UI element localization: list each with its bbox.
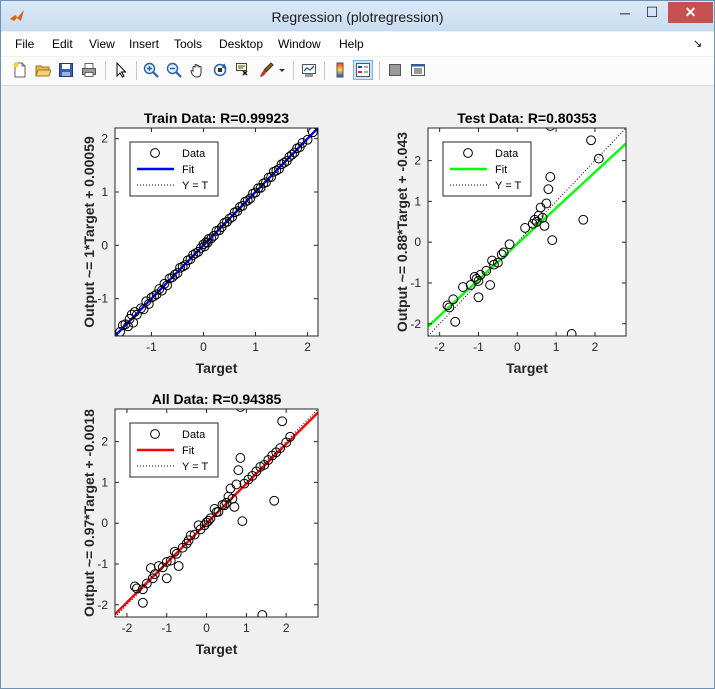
- train-legend-label: Y = T: [182, 180, 208, 192]
- test-x-tick-label: 2: [592, 340, 599, 354]
- all-x-tick-label: -2: [122, 621, 133, 635]
- minimize-button[interactable]: ─: [612, 2, 638, 23]
- all-legend: Data Fit Y = T: [129, 422, 219, 478]
- test-legend-label: Y = T: [495, 180, 521, 192]
- new-figure-icon[interactable]: [10, 60, 30, 80]
- menu-desktop[interactable]: Desktop: [219, 37, 263, 51]
- show-plot-tools-icon[interactable]: [408, 60, 428, 80]
- test-y-tick-label: 0: [414, 235, 421, 249]
- train-y-tick-label: 0: [101, 238, 108, 252]
- all-x-axis-label: Target: [196, 641, 238, 657]
- menu-window[interactable]: Window: [278, 37, 321, 51]
- menu-insert[interactable]: Insert: [129, 37, 159, 51]
- all-x-tick-label: -1: [161, 621, 172, 635]
- plot-train: -1 0 1 2 -1 0 1 2 Train Data: R=0.99923 Target Out…: [81, 110, 319, 376]
- test-y-tick-label: -2: [410, 317, 421, 331]
- menu-help[interactable]: Help: [339, 37, 364, 51]
- train-x-tick-label: -1: [146, 340, 157, 354]
- all-legend-label: Fit: [182, 445, 194, 457]
- menu-edit[interactable]: Edit: [52, 37, 73, 51]
- all-x-tick-label: 0: [203, 621, 210, 635]
- test-x-axis-label: Target: [506, 360, 548, 376]
- insert-colorbar-icon[interactable]: [330, 60, 350, 80]
- test-x-tick-label: -1: [473, 340, 484, 354]
- test-plot-title: Test Data: R=0.80353: [457, 110, 597, 126]
- test-y-tick-label: -1: [410, 276, 421, 290]
- print-icon[interactable]: [79, 60, 99, 80]
- test-y-tick-label: 1: [414, 194, 421, 208]
- train-y-tick-label: 2: [101, 132, 108, 146]
- test-x-tick-label: 0: [514, 340, 521, 354]
- all-y-axis-label: Output ~= 0.97*Target + -0.0018: [81, 409, 97, 617]
- all-y-tick-label: -2: [97, 598, 108, 612]
- toolbar-separator: [324, 61, 325, 80]
- train-y-axis-label: Output ~= 1*Target + 0.00059: [81, 136, 97, 328]
- maximize-button[interactable]: ☐: [639, 2, 665, 23]
- train-plot-title: Train Data: R=0.99923: [144, 110, 289, 126]
- train-legend: Data Fit Y = T: [129, 141, 219, 197]
- menu-bar: File Edit View Insert Tools Desktop Wind…: [1, 32, 714, 56]
- all-y-tick-label: 1: [101, 475, 108, 489]
- figure-toolbar: [1, 57, 714, 86]
- plot-test: -2 -1 0 1 2 -2 -1 0 1 2 Test Data: R=0.80353 Target…: [394, 110, 627, 376]
- brush-dropdown-icon[interactable]: [277, 60, 287, 80]
- all-plot-title: All Data: R=0.94385: [152, 391, 282, 407]
- figure-canvas: -1 0 1 2 -1 0 1 2 Train Data: R=0.99923 Target Out…: [9, 87, 706, 681]
- test-y-tick-label: 2: [414, 154, 421, 168]
- train-x-tick-label: 0: [200, 340, 207, 354]
- insert-legend-icon[interactable]: [353, 60, 373, 80]
- all-legend-label: Data: [182, 429, 206, 441]
- toolbar-separator: [293, 61, 294, 80]
- plot-all: -2 -1 0 1 2 -2 -1 0 1 2 All Data: R=0.94385 Target O…: [81, 391, 319, 657]
- train-y-tick-label: 1: [101, 185, 108, 199]
- figure-window: Regression (plotregression) ─ ☐ ✕ File E…: [0, 0, 715, 689]
- train-y-tick-label: -1: [97, 292, 108, 306]
- hide-plot-tools-icon[interactable]: [385, 60, 405, 80]
- regression-plots: -1 0 1 2 -1 0 1 2 Train Data: R=0.99923 Target Out…: [81, 110, 627, 657]
- test-legend: Data Fit Y = T: [442, 141, 532, 197]
- toolbar-separator: [136, 61, 137, 80]
- test-legend-label: Fit: [495, 164, 507, 176]
- toolbar-separator: [105, 61, 106, 80]
- close-button[interactable]: ✕: [668, 2, 713, 23]
- all-legend-label: Y = T: [182, 461, 208, 473]
- brush-icon[interactable]: [256, 60, 276, 80]
- zoom-out-icon[interactable]: [164, 60, 184, 80]
- rotate-3d-icon[interactable]: [210, 60, 230, 80]
- train-x-axis-label: Target: [196, 360, 238, 376]
- train-x-tick-label: 2: [304, 340, 311, 354]
- train-legend-label: Data: [182, 148, 206, 160]
- menu-tools[interactable]: Tools: [174, 37, 202, 51]
- edit-plot-arrow-icon[interactable]: [111, 60, 131, 80]
- window-title: Regression (plotregression): [271, 9, 444, 25]
- open-file-icon[interactable]: [33, 60, 53, 80]
- save-icon[interactable]: [56, 60, 76, 80]
- test-y-axis-label: Output ~= 0.88*Target + -0.043: [394, 132, 410, 332]
- all-x-tick-label: 2: [283, 621, 290, 635]
- title-bar[interactable]: Regression (plotregression) ─ ☐ ✕: [1, 1, 714, 31]
- test-legend-label: Data: [495, 148, 519, 160]
- all-y-tick-label: 2: [101, 435, 108, 449]
- pan-hand-icon[interactable]: [187, 60, 207, 80]
- menu-view[interactable]: View: [89, 37, 115, 51]
- menu-file[interactable]: File: [15, 37, 34, 51]
- zoom-in-icon[interactable]: [141, 60, 161, 80]
- all-y-tick-label: 0: [101, 516, 108, 530]
- train-x-tick-label: 1: [252, 340, 259, 354]
- test-x-tick-label: -2: [434, 340, 445, 354]
- toolbar-separator: [379, 61, 380, 80]
- data-cursor-icon[interactable]: [233, 60, 253, 80]
- train-legend-label: Fit: [182, 164, 194, 176]
- all-y-tick-label: -1: [97, 557, 108, 571]
- test-x-tick-label: 1: [553, 340, 560, 354]
- all-x-tick-label: 1: [243, 621, 250, 635]
- link-plot-icon[interactable]: [299, 60, 319, 80]
- dock-arrow-icon[interactable]: ↘: [693, 37, 702, 50]
